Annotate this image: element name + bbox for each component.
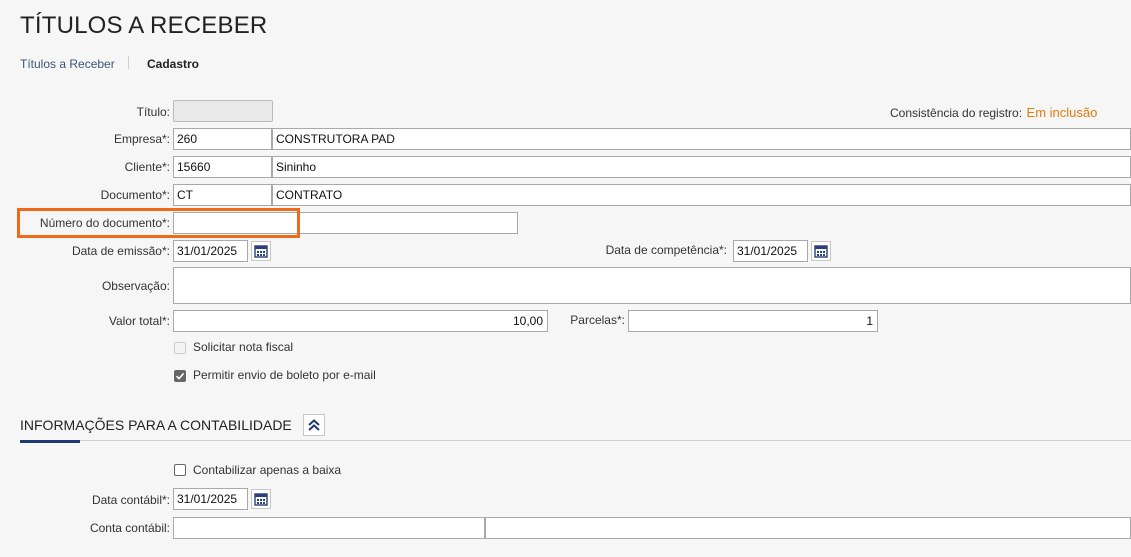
observacao-field[interactable] [173, 267, 1131, 304]
cliente-label: Cliente*: [124, 160, 170, 174]
empresa-code-field[interactable]: 260 [173, 128, 272, 150]
permitir-boleto-label: Permitir envio de boleto por e-mail [193, 368, 376, 382]
documento-code-field[interactable]: CT [173, 184, 272, 206]
conta-contabil-name-field[interactable] [485, 517, 1131, 539]
calendar-icon[interactable] [251, 241, 271, 261]
section-divider [20, 440, 1131, 441]
data-emissao-label: Data de emissão*: [71, 244, 170, 258]
check-icon [175, 372, 185, 380]
data-competencia-label: Data de competência*: [605, 243, 727, 257]
parcelas-label: Parcelas*: [570, 313, 625, 327]
breadcrumb-item-cadastro: Cadastro [147, 57, 200, 71]
data-contabil-field[interactable]: 31/01/2025 [173, 488, 248, 510]
cliente-name-field[interactable]: Sininho [272, 156, 1131, 178]
solicitar-nota-checkbox[interactable] [174, 342, 186, 354]
contabilizar-baixa-label: Contabilizar apenas a baixa [193, 463, 342, 477]
page-title: TÍTULOS A RECEBER [20, 12, 268, 39]
breadcrumb-item-titulos[interactable]: Títulos a Receber [20, 57, 115, 71]
documento-name-field[interactable]: CONTRATO [272, 184, 1131, 206]
highlight-box [17, 208, 300, 238]
breadcrumb-separator [128, 56, 129, 69]
data-emissao-field[interactable]: 31/01/2025 [173, 240, 248, 262]
empresa-label: Empresa*: [113, 132, 170, 146]
cliente-code-field[interactable]: 15660 [173, 156, 272, 178]
parcelas-field[interactable]: 1 [628, 310, 878, 332]
data-competencia-field[interactable]: 31/01/2025 [733, 240, 808, 262]
titulo-field[interactable] [173, 100, 273, 122]
section-accent-bar [20, 440, 80, 443]
record-status: Consistência do registro: Em inclusão [890, 104, 1097, 122]
double-chevron-up-icon [308, 419, 320, 431]
observacao-label: Observação: [101, 279, 170, 293]
titulo-label: Título: [136, 105, 170, 119]
contabilizar-baixa-checkbox[interactable] [174, 464, 186, 476]
documento-label: Documento*: [100, 188, 170, 202]
record-status-value: Em inclusão [1026, 105, 1098, 120]
collapse-button[interactable] [303, 414, 325, 436]
section-title-contabilidade: INFORMAÇÕES PARA A CONTABILIDADE [20, 417, 292, 433]
calendar-icon[interactable] [811, 241, 831, 261]
valor-total-label: Valor total*: [108, 314, 170, 328]
data-contabil-label: Data contábil*: [91, 493, 170, 507]
calendar-icon[interactable] [251, 489, 271, 509]
conta-contabil-code-field[interactable] [173, 517, 485, 539]
conta-contabil-label: Conta contábil: [89, 521, 170, 535]
empresa-name-field[interactable]: CONSTRUTORA PAD [272, 128, 1131, 150]
permitir-boleto-checkbox[interactable] [174, 370, 186, 382]
solicitar-nota-label: Solicitar nota fiscal [193, 340, 294, 354]
record-status-label: Consistência do registro: [890, 106, 1023, 120]
